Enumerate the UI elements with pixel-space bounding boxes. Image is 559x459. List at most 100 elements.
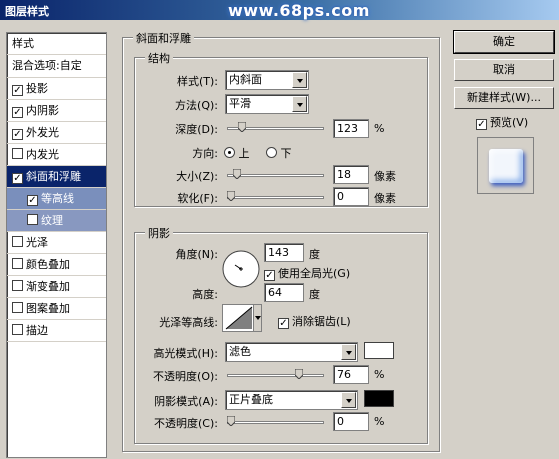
blend-options-item[interactable]: 混合选项:自定 [7,55,106,78]
radio-icon[interactable] [266,147,277,158]
highlight-opacity-label: 不透明度(O): [153,370,218,383]
style-item-bevel-emboss[interactable]: ✓ 斜面和浮雕 [7,166,106,188]
new-style-button[interactable]: 新建样式(W)... [454,87,554,109]
soften-label: 软化(F): [177,192,218,205]
size-unit: 像素 [374,170,396,183]
anti-alias-checkbox[interactable]: ✓ 消除锯齿(L) [278,313,351,329]
direction-down-radio[interactable]: 下 [266,145,292,161]
structure-title: 结构 [145,50,173,66]
checkbox[interactable]: ✓ [27,195,38,206]
direction-up-radio[interactable]: 上 [224,145,250,161]
shadow-opacity-input[interactable]: 0 [333,412,369,431]
angle-input[interactable]: 143 [264,243,304,262]
shadow-opacity-unit: % [374,415,385,428]
altitude-label: 高度: [192,288,218,301]
slider-thumb[interactable] [233,169,242,179]
style-label: 样式(T): [176,75,218,88]
style-item-inner-glow[interactable]: 内发光 [7,144,106,166]
checkbox[interactable]: ✓ [278,318,289,329]
shadow-color-swatch[interactable] [364,390,394,407]
watermark: www.68ps.com [228,1,370,20]
checkbox[interactable] [12,236,23,247]
highlight-opacity-input[interactable]: 76 [333,365,369,384]
checkbox[interactable]: ✓ [264,270,275,281]
shadow-opacity-label: 不透明度(C): [154,417,218,430]
checkbox[interactable]: ✓ [12,173,23,184]
bevel-emboss-title: 斜面和浮雕 [133,30,194,46]
checkbox[interactable]: ✓ [12,107,23,118]
checkbox[interactable]: ✓ [476,119,487,130]
depth-label: 深度(D): [175,123,218,136]
chevron-down-icon[interactable] [341,392,356,408]
style-list: 样式 混合选项:自定 ✓ 投影 ✓ 内阴影 ✓ 外发光 内发光 ✓ 斜面和浮雕 ✓ 等高线… [6,32,107,458]
shadow-mode-label: 阴影模式(A): [154,395,218,408]
highlight-opacity-unit: % [374,368,385,381]
gloss-contour-picker[interactable] [222,304,262,332]
size-input[interactable]: 18 [333,165,369,184]
chevron-down-icon[interactable] [341,344,356,360]
checkbox[interactable] [12,148,23,159]
angle-label: 角度(N): [175,248,218,261]
checkbox[interactable] [12,324,23,335]
angle-unit: 度 [309,248,320,261]
altitude-input[interactable]: 64 [264,283,304,302]
style-item-inner-shadow[interactable]: ✓ 内阴影 [7,100,106,122]
title-bar: 图层样式 www.68ps.com [0,0,559,20]
radio-icon[interactable] [224,147,235,158]
checkbox[interactable] [12,302,23,313]
gloss-contour-label: 光泽等高线: [159,316,218,329]
contour-icon [225,306,253,330]
depth-slider[interactable] [227,122,324,132]
shading-title: 阴影 [145,225,173,241]
depth-input[interactable]: 123 [333,119,369,138]
soften-input[interactable]: 0 [333,187,369,206]
checkbox[interactable] [12,280,23,291]
technique-label: 方法(Q): [175,99,218,112]
checkbox[interactable] [12,258,23,269]
altitude-unit: 度 [309,288,320,301]
style-item-texture[interactable]: 纹理 [7,210,106,232]
slider-thumb[interactable] [227,191,235,201]
style-item-color-overlay[interactable]: 颜色叠加 [7,254,106,276]
style-item-satin[interactable]: 光泽 [7,232,106,254]
highlight-color-swatch[interactable] [364,342,394,359]
style-select[interactable]: 内斜面 [225,70,309,90]
highlight-mode-select[interactable]: 滤色 [225,342,358,362]
chevron-down-icon[interactable] [292,96,307,112]
style-item-pattern-overlay[interactable]: 图案叠加 [7,298,106,320]
highlight-opacity-slider[interactable] [227,369,324,379]
direction-label: 方向: [192,147,218,160]
ok-button[interactable]: 确定 [453,30,555,54]
angle-dial-icon[interactable] [221,249,261,289]
window-title: 图层样式 [5,5,49,18]
size-label: 大小(Z): [176,170,218,183]
depth-unit: % [374,122,385,135]
style-item-gradient-overlay[interactable]: 渐变叠加 [7,276,106,298]
preview-thumbnail [477,137,534,194]
style-item-drop-shadow[interactable]: ✓ 投影 [7,78,106,100]
checkbox[interactable]: ✓ [12,129,23,140]
slider-thumb[interactable] [294,369,303,379]
global-light-checkbox[interactable]: ✓ 使用全局光(G) [264,265,350,281]
technique-select[interactable]: 平滑 [225,94,309,114]
soften-unit: 像素 [374,192,396,205]
cancel-button[interactable]: 取消 [454,59,554,81]
checkbox[interactable]: ✓ [12,85,23,96]
checkbox[interactable] [27,214,38,225]
chevron-down-icon[interactable] [292,72,307,88]
preview-checkbox[interactable]: ✓ 预览(V) [476,114,528,130]
size-slider[interactable] [227,169,324,179]
preview-swatch [489,149,523,183]
slider-thumb[interactable] [227,416,235,426]
shadow-mode-select[interactable]: 正片叠底 [225,390,358,410]
soften-slider[interactable] [227,191,324,201]
slider-thumb[interactable] [237,122,246,132]
chevron-down-icon[interactable] [253,305,261,331]
shadow-opacity-slider[interactable] [227,416,324,426]
style-item-stroke[interactable]: 描边 [7,320,106,342]
shading-group [134,232,428,444]
style-list-header[interactable]: 样式 [7,33,106,55]
style-item-outer-glow[interactable]: ✓ 外发光 [7,122,106,144]
highlight-mode-label: 高光模式(H): [153,347,218,360]
style-item-contour[interactable]: ✓ 等高线 [7,188,106,210]
